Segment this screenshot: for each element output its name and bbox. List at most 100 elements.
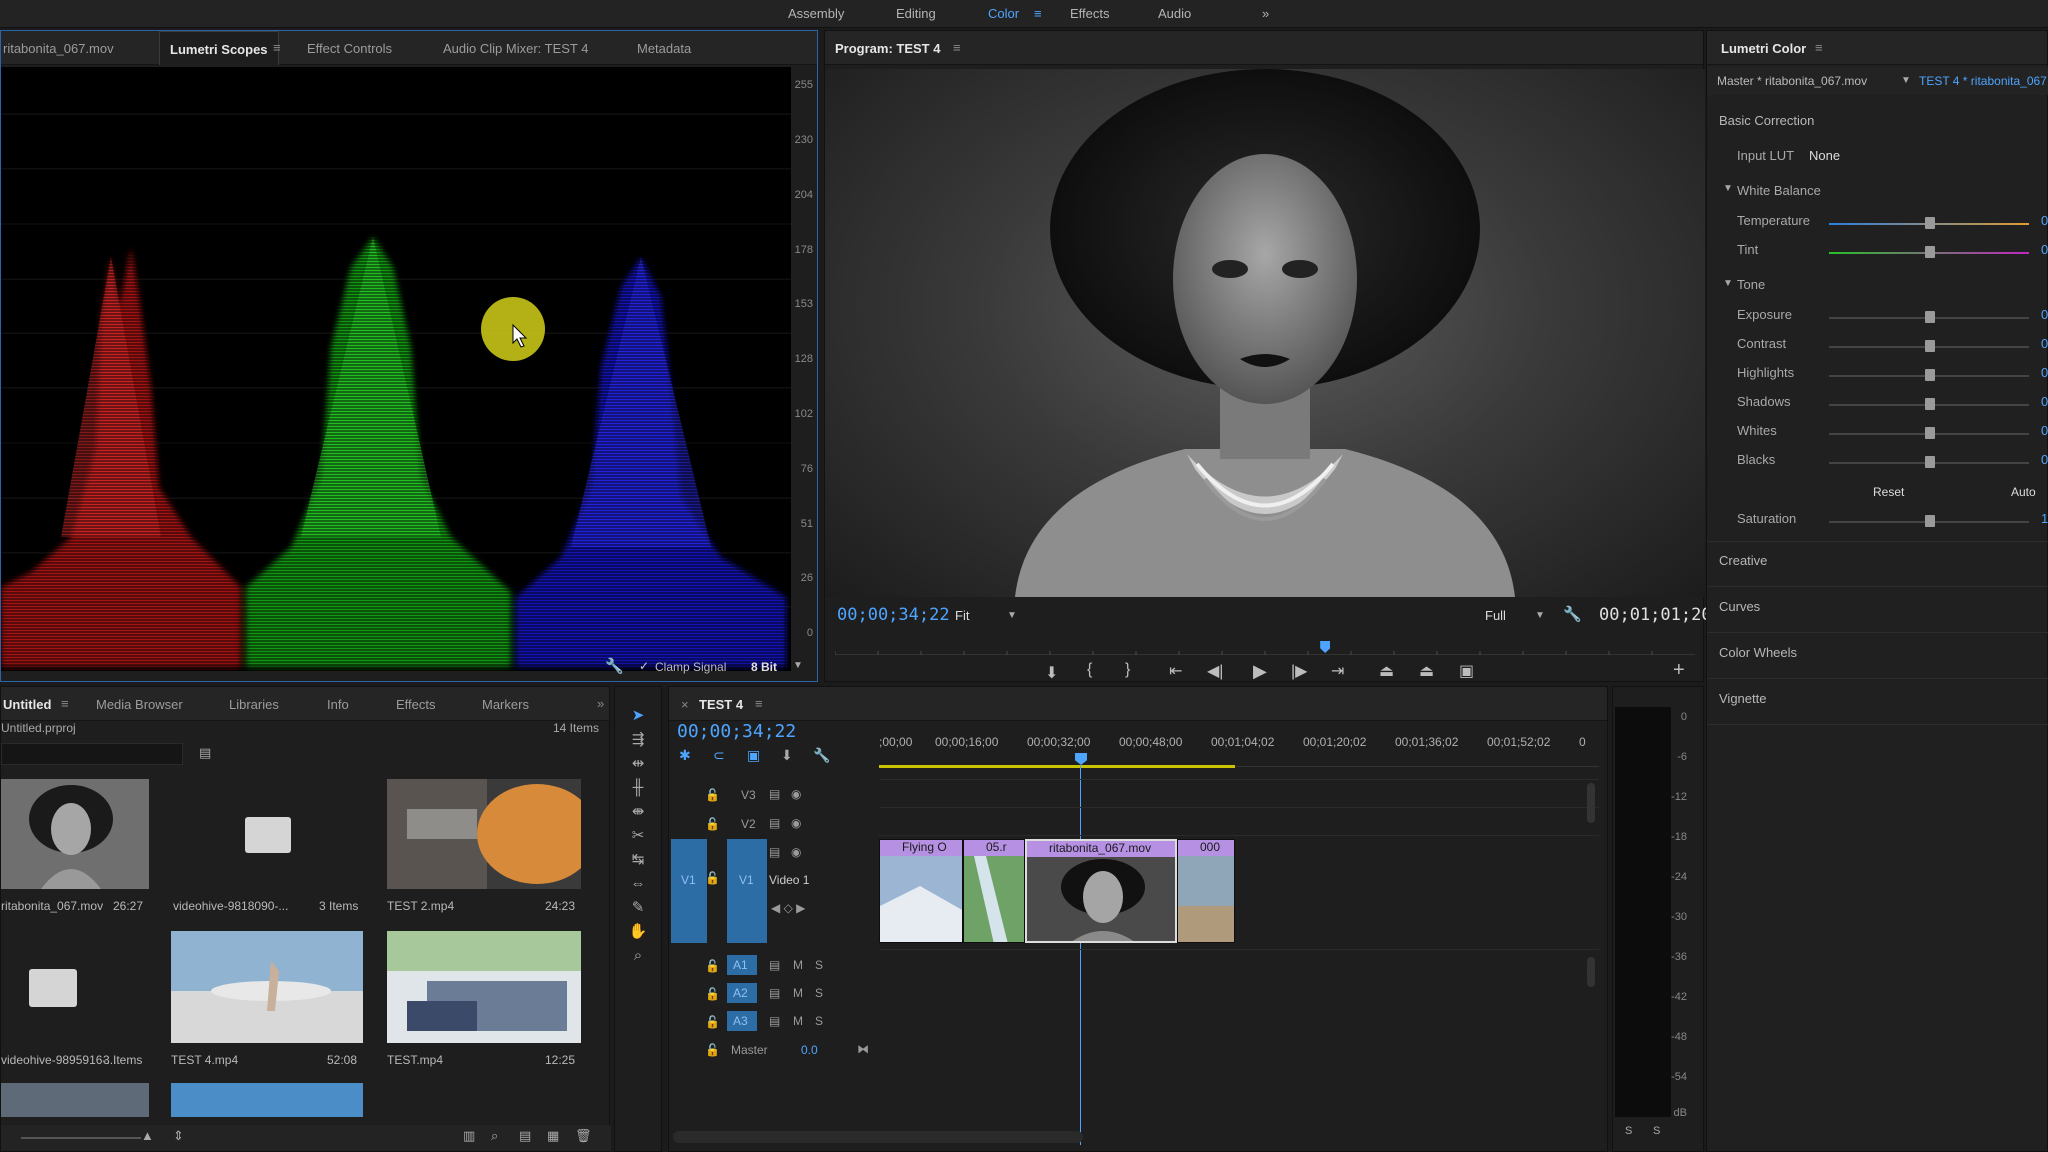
search-icon[interactable]: ⌕: [491, 1128, 498, 1144]
zoom-slider[interactable]: [21, 1137, 141, 1139]
add-marker-icon[interactable]: ⬇: [1045, 663, 1058, 683]
tab-menu-icon[interactable]: ≡: [1815, 40, 1823, 55]
highlights-slider[interactable]: [1829, 369, 2029, 381]
new-bin-icon[interactable]: ▤: [519, 1128, 531, 1144]
mute-button[interactable]: M: [793, 986, 803, 1000]
tab-effects[interactable]: Effects: [396, 697, 436, 712]
mute-button[interactable]: M: [793, 958, 803, 972]
highlights-value[interactable]: 0: [2041, 365, 2048, 380]
auto-button[interactable]: Auto: [2011, 485, 2036, 499]
lift-icon[interactable]: ⏏: [1379, 661, 1394, 681]
zoom-in-icon[interactable]: ▲: [141, 1128, 154, 1143]
program-video-frame[interactable]: [825, 69, 1705, 597]
linked-selection-icon[interactable]: ⊂: [713, 747, 725, 764]
toggle-sync-icon[interactable]: ▤: [769, 958, 780, 972]
close-icon[interactable]: ×: [681, 697, 689, 712]
timeline-clip-selected[interactable]: ritabonita_067.mov: [1025, 839, 1177, 943]
program-current-timecode[interactable]: 00;00;34;22: [837, 605, 950, 625]
hand-icon[interactable]: ✋: [627, 921, 649, 943]
extract-icon[interactable]: ⏏: [1419, 661, 1434, 681]
program-time-ruler[interactable]: [835, 641, 1695, 655]
blacks-value[interactable]: 0: [2041, 452, 2048, 467]
slider-knob[interactable]: [1925, 340, 1935, 352]
play-icon[interactable]: ▶: [1253, 661, 1267, 682]
track-label-a1[interactable]: A1: [727, 955, 757, 975]
search-input[interactable]: [1, 743, 183, 765]
white-balance-header[interactable]: White Balance: [1737, 183, 1821, 198]
whites-slider[interactable]: [1829, 427, 2029, 439]
tab-project[interactable]: Untitled: [3, 697, 51, 712]
mark-out-icon[interactable]: }: [1125, 661, 1130, 679]
mute-button[interactable]: M: [793, 1014, 803, 1028]
lock-icon[interactable]: 🔓: [705, 1043, 720, 1057]
solo-button[interactable]: S: [815, 1014, 823, 1028]
master-clip-selector[interactable]: Master * ritabonita_067.mov: [1717, 74, 1867, 88]
toggle-sync-icon[interactable]: ▤: [769, 816, 780, 830]
tab-menu-icon[interactable]: ≡: [61, 696, 69, 711]
solo-button[interactable]: S: [815, 986, 823, 1000]
wrench-icon[interactable]: 🔧: [605, 657, 624, 675]
tab-markers[interactable]: Markers: [482, 697, 529, 712]
temperature-value[interactable]: 0: [2041, 213, 2048, 228]
shadows-value[interactable]: 0: [2041, 394, 2048, 409]
timeline-horizontal-scrollbar[interactable]: [673, 1131, 1083, 1143]
color-wheels-section[interactable]: Color Wheels: [1719, 645, 1797, 660]
marker-icon[interactable]: ⬇: [781, 747, 793, 764]
workspace-menu-icon[interactable]: ≡: [1034, 6, 1042, 21]
work-area-bar[interactable]: [879, 765, 1235, 768]
tab-info[interactable]: Info: [327, 697, 349, 712]
tab-source[interactable]: ritabonita_067.mov: [3, 41, 114, 56]
timeline-clip[interactable]: Flying O: [879, 839, 963, 943]
lock-icon[interactable]: 🔓: [705, 987, 720, 1001]
solo-left-button[interactable]: S: [1625, 1125, 1632, 1137]
tone-header[interactable]: Tone: [1737, 277, 1765, 292]
tab-menu-icon[interactable]: ≡: [953, 40, 961, 55]
slider-knob[interactable]: [1925, 246, 1935, 258]
solo-button[interactable]: S: [815, 958, 823, 972]
lock-icon[interactable]: 🔓: [705, 788, 720, 802]
lumetri-title[interactable]: Lumetri Color: [1721, 41, 1806, 56]
input-lut-select[interactable]: None: [1809, 148, 1840, 163]
trash-icon[interactable]: 🗑: [575, 1128, 592, 1144]
triangle-down-icon[interactable]: ▼: [1723, 278, 1733, 289]
exposure-slider[interactable]: [1829, 311, 2029, 323]
lock-icon[interactable]: 🔓: [705, 1015, 720, 1029]
keyframe-nav-icon[interactable]: ◀ ◇ ▶: [771, 901, 805, 915]
ripple-edit-icon[interactable]: ⇹: [627, 753, 649, 775]
chevron-down-icon[interactable]: ▼: [1007, 610, 1017, 621]
thumb-partial[interactable]: [171, 1083, 363, 1117]
contrast-value[interactable]: 0: [2041, 336, 2048, 351]
tab-effect-controls[interactable]: Effect Controls: [307, 41, 392, 56]
thumb-portrait[interactable]: [1, 779, 149, 889]
chevron-double-right-icon[interactable]: »: [597, 696, 604, 711]
timeline-clip[interactable]: 000: [1177, 839, 1235, 943]
workspace-color[interactable]: Color: [988, 6, 1019, 21]
slide-icon[interactable]: ⇔: [627, 873, 649, 895]
timeline-timecode[interactable]: 00;00;34;22: [677, 721, 796, 742]
tint-slider[interactable]: [1829, 246, 2029, 258]
clamp-signal-checkbox[interactable]: ✓: [639, 659, 649, 673]
sort-icon[interactable]: ⇕: [173, 1128, 184, 1144]
slider-knob[interactable]: [1925, 515, 1935, 527]
slider-knob[interactable]: [1925, 311, 1935, 323]
slider-knob[interactable]: [1925, 369, 1935, 381]
slider-knob[interactable]: [1925, 398, 1935, 410]
program-title[interactable]: Program: TEST 4: [835, 41, 940, 56]
sequence-tab[interactable]: TEST 4: [699, 697, 743, 712]
go-to-end-icon[interactable]: ⧓: [857, 1042, 869, 1056]
zoom-icon[interactable]: ⌕: [627, 945, 649, 967]
reset-button[interactable]: Reset: [1873, 485, 1904, 499]
blacks-slider[interactable]: [1829, 456, 2029, 468]
creative-section[interactable]: Creative: [1719, 553, 1767, 568]
saturation-value[interactable]: 1: [2041, 511, 2048, 526]
tint-value[interactable]: 0: [2041, 242, 2048, 257]
new-bin-icon[interactable]: ▤: [199, 745, 211, 761]
rolling-edit-icon[interactable]: ╫: [627, 777, 649, 799]
temperature-slider[interactable]: [1829, 217, 2029, 229]
chevron-double-right-icon[interactable]: »: [1262, 6, 1269, 21]
thumb-beach[interactable]: [171, 931, 363, 1043]
slider-knob[interactable]: [1925, 427, 1935, 439]
track-label-v1[interactable]: V1: [727, 839, 767, 943]
toggle-sync-icon[interactable]: ▤: [769, 845, 780, 859]
resolution-select[interactable]: Full: [1485, 608, 1506, 623]
